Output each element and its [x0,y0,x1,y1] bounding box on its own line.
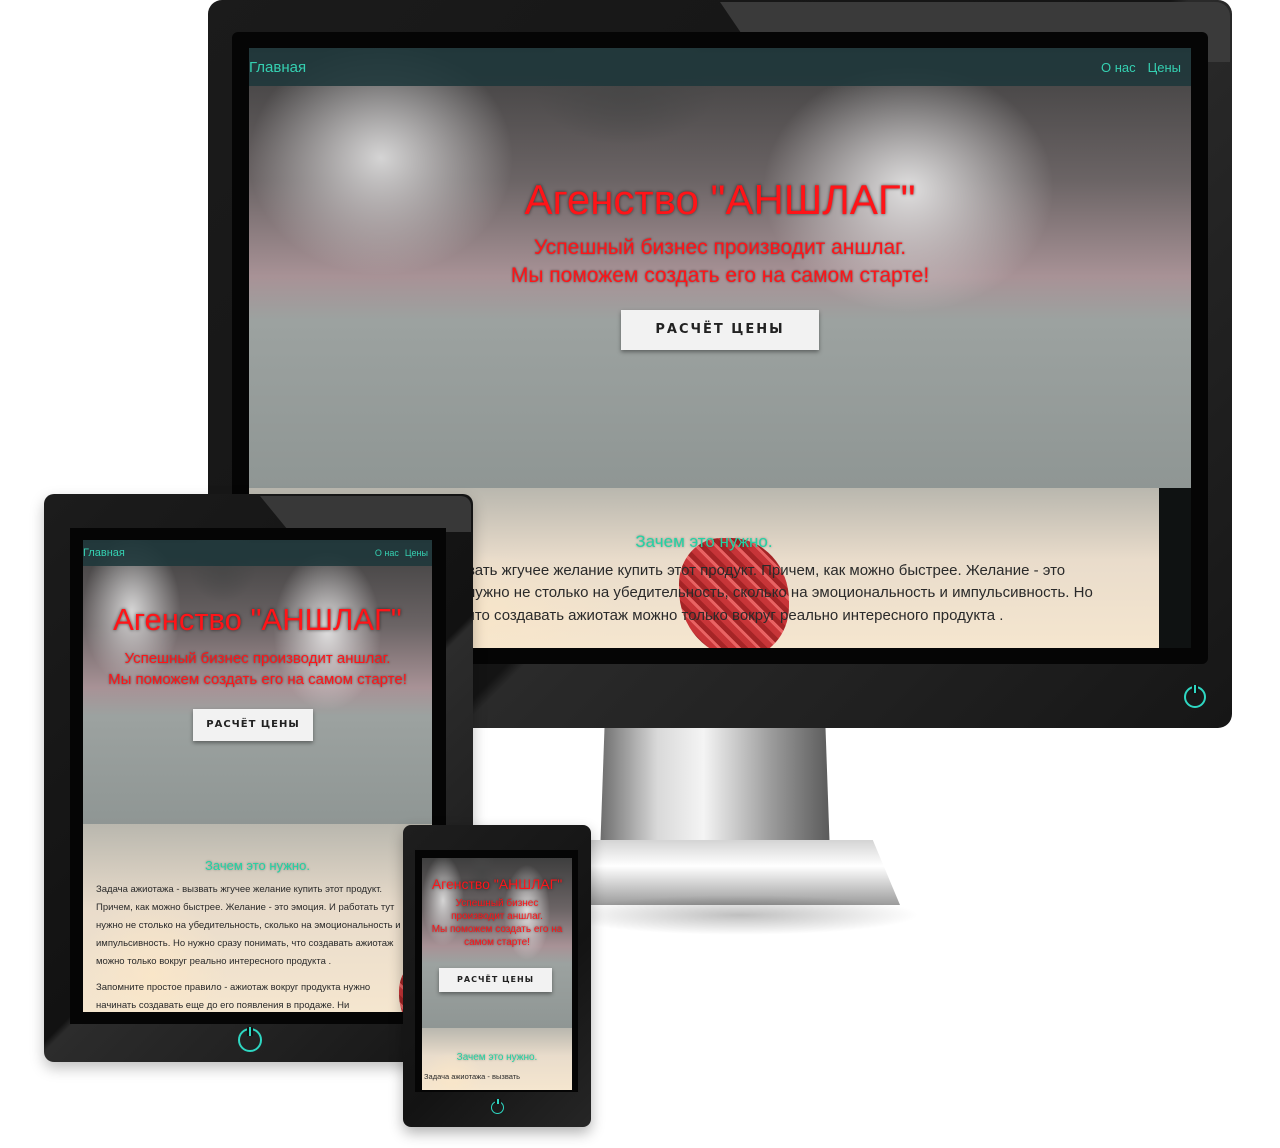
tablet-section-line-3: нужно не столько на убедительность, скол… [96,920,401,931]
tablet-gloss [260,496,471,532]
phone-price-button[interactable]: РАСЧЁТ ЦЕНЫ [439,968,552,992]
tablet-hero-subtitle-1: Успешный бизнес производит аншлаг. [124,650,391,667]
tablet-price-button[interactable]: РАСЧЁТ ЦЕНЫ [193,709,313,741]
tablet-section-line-6: Запомните простое правило - ажиотаж вокр… [96,982,371,993]
desktop-nav-link-prices[interactable]: Цены [1148,60,1181,75]
phone-section: Зачем это нужно. Задача ажиотажа - вызва… [422,1028,572,1090]
tablet-nav-link-prices[interactable]: Цены [405,548,428,558]
tablet-section-line-7: начинать создавать еще до его появления … [96,1000,350,1011]
desktop-section-line-3: что создавать ажиотаж можно только вокру… [467,607,1004,624]
desktop-scrollbar-area[interactable] [1159,488,1191,648]
phone-section-title: Зачем это нужно. [456,1052,538,1063]
tablet-nav-brand[interactable]: Главная [83,547,125,559]
desktop-section-line-1: вать жгучее желание купить этот продукт.… [467,562,1066,579]
phone-power-button[interactable] [491,1101,504,1114]
tablet-screen: Главная О нас Цены Агенство "АНШЛАГ" Усп… [83,540,432,1012]
desktop-hero-subtitle-1: Успешный бизнес производит аншлаг. [533,236,907,259]
desktop-nav-links: О нас Цены [1101,60,1181,75]
tablet-nav-link-about[interactable]: О нас [375,548,399,558]
phone-hero-subtitle-3: Мы поможем создать его на [431,924,563,935]
tablet-section-title: Зачем это нужно. [205,858,310,873]
desktop-price-button[interactable]: РАСЧЁТ ЦЕНЫ [621,310,819,350]
desktop-nav-brand[interactable]: Главная [249,59,306,76]
phone-screen: Агенство "АНШЛАГ" Успешный бизнес произв… [422,858,572,1090]
tablet-hero-title: Агенство "АНШЛАГ" [113,602,402,637]
phone-hero-subtitle-4: самом старте! [464,937,530,948]
desktop-power-button[interactable] [1184,686,1206,708]
tablet-section: Зачем это нужно. Задача ажиотажа - вызва… [83,824,432,1012]
tablet-nav-links: О нас Цены [375,548,428,558]
desktop-navbar: Главная О нас Цены [249,48,1191,86]
phone-hero-title: Агенство "АНШЛАГ" [431,876,563,892]
desktop-section-line-2: нужно не столько на убедительность, скол… [467,584,1093,601]
desktop-hero-title: Агенство "АНШЛАГ" [524,176,916,223]
tablet-section-line-5: можно только вокруг реально интересного … [96,956,332,967]
tablet-section-line-1: Задача ажиотажа - вызвать жгучее желание… [96,884,383,895]
tablet-hero-subtitle-2: Мы поможем создать его на самом старте! [108,671,407,688]
monitor-stand-neck [600,725,830,855]
tablet-section-line-2: Причем, как можно быстрее. Желание - это… [96,902,395,913]
phone-hero-subtitle-2: производит аншлаг. [451,911,543,922]
phone-hero-subtitle-1: Успешный бизнес [455,898,539,909]
monitor-base-shadow [560,895,920,935]
tablet-navbar: Главная О нас Цены [83,540,432,566]
desktop-nav-link-about[interactable]: О нас [1101,60,1136,75]
phone-section-line-1: Задача ажиотажа - вызвать [424,1072,521,1081]
tablet-power-button[interactable] [238,1028,262,1052]
desktop-hero-subtitle-2: Мы поможем создать его на самом старте! [510,264,930,287]
tablet-section-line-4: импульсивность. Но нужно сразу понимать,… [96,938,394,949]
